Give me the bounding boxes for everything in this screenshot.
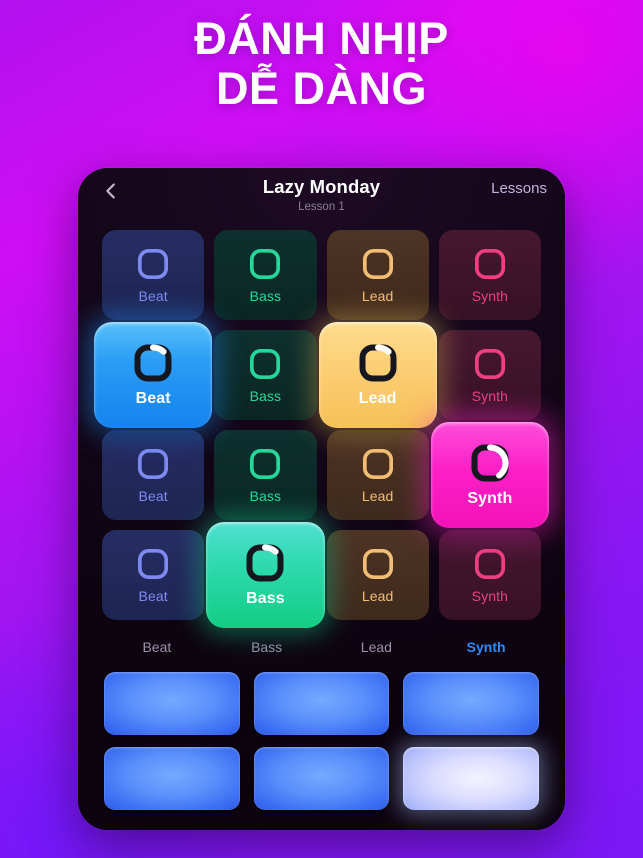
track-pad-label: Synth bbox=[467, 489, 513, 507]
rounded-square-icon bbox=[361, 247, 395, 281]
track-pad-label: Beat bbox=[138, 287, 168, 304]
promo-headline: ĐÁNH NHỊP DỄ DÀNG bbox=[0, 13, 643, 115]
rounded-square-icon bbox=[133, 343, 173, 383]
headline-line-1: ĐÁNH NHỊP bbox=[194, 13, 449, 64]
tab-bass[interactable]: Bass bbox=[212, 636, 322, 658]
rounded-square-icon bbox=[136, 247, 170, 281]
track-pad-label: Synth bbox=[471, 387, 509, 404]
instrument-tabs: Beat Bass Lead Synth bbox=[102, 636, 541, 658]
phone-mockup: Lazy Monday Lesson 1 Lessons Beat Bass L… bbox=[78, 168, 565, 830]
track-cell: Synth bbox=[430, 422, 549, 528]
drum-pad-5[interactable] bbox=[253, 747, 390, 810]
track-cell: Bass bbox=[214, 230, 317, 320]
drum-pad-3[interactable] bbox=[403, 672, 539, 735]
track-pad-label: Beat bbox=[135, 389, 171, 407]
track-pad-beat-r2[interactable]: Beat bbox=[94, 322, 213, 428]
rounded-square-icon bbox=[361, 547, 395, 581]
track-cell: Beat bbox=[102, 230, 205, 320]
track-pad-synth-r3[interactable]: Synth bbox=[430, 422, 549, 528]
track-pad-label: Beat bbox=[138, 587, 168, 604]
page-subtitle: Lesson 1 bbox=[298, 201, 345, 213]
track-cell: Bass bbox=[214, 430, 317, 520]
lessons-link[interactable]: Lessons bbox=[491, 180, 547, 197]
track-pad-bass-r4[interactable]: Bass bbox=[206, 522, 325, 628]
track-pad-label: Beat bbox=[138, 487, 168, 504]
rounded-square-icon bbox=[136, 547, 170, 581]
track-pad-label: Synth bbox=[471, 287, 509, 304]
track-cell: Synth bbox=[438, 230, 541, 320]
tab-synth[interactable]: Synth bbox=[431, 636, 541, 658]
chevron-left-icon bbox=[100, 180, 122, 202]
drum-pad-grid bbox=[104, 672, 539, 810]
drum-pad-4[interactable] bbox=[104, 747, 240, 810]
page-title: Lazy Monday bbox=[262, 176, 381, 197]
track-pad-label: Bass bbox=[246, 589, 285, 607]
rounded-square-icon bbox=[245, 543, 285, 583]
track-cell: Synth bbox=[438, 330, 541, 420]
rounded-square-icon bbox=[248, 347, 282, 381]
track-pad-lead-r2[interactable]: Lead bbox=[318, 322, 437, 428]
track-pad-bass-r2[interactable]: Bass bbox=[214, 330, 317, 420]
track-pad-label: Lead bbox=[361, 587, 394, 604]
rounded-square-icon bbox=[136, 447, 170, 481]
track-pad-label: Bass bbox=[249, 287, 282, 304]
back-button[interactable] bbox=[98, 178, 124, 204]
track-pad-lead-r4[interactable]: Lead bbox=[326, 530, 429, 620]
track-pad-label: Lead bbox=[361, 287, 394, 304]
track-pad-beat-r1[interactable]: Beat bbox=[102, 230, 205, 320]
track-pad-label: Bass bbox=[249, 387, 282, 404]
navbar-title-group: Lazy Monday Lesson 1 bbox=[263, 176, 380, 215]
track-cell: Bass bbox=[206, 522, 325, 628]
rounded-square-icon bbox=[473, 247, 507, 281]
rounded-square-icon bbox=[358, 343, 398, 383]
track-pad-synth-r4[interactable]: Synth bbox=[438, 530, 541, 620]
track-cell: Bass bbox=[214, 330, 317, 420]
track-pad-label: Synth bbox=[471, 587, 509, 604]
track-cell: Beat bbox=[102, 430, 205, 520]
track-pad-label: Bass bbox=[249, 487, 282, 504]
rounded-square-icon bbox=[470, 443, 510, 483]
track-cell: Beat bbox=[102, 530, 205, 620]
rounded-square-icon bbox=[473, 347, 507, 381]
drum-pad-2[interactable] bbox=[253, 672, 390, 735]
rounded-square-icon bbox=[473, 547, 507, 581]
tab-beat[interactable]: Beat bbox=[102, 636, 212, 658]
track-pad-synth-r2[interactable]: Synth bbox=[438, 330, 541, 420]
track-pad-bass-r1[interactable]: Bass bbox=[214, 230, 317, 320]
track-pad-lead-r1[interactable]: Lead bbox=[326, 230, 429, 320]
track-grid: Beat Bass Lead Synth Beat Bass Lead Synt… bbox=[94, 230, 549, 628]
track-cell: Lead bbox=[326, 230, 429, 320]
track-cell: Lead bbox=[326, 530, 429, 620]
track-cell: Lead bbox=[318, 322, 437, 428]
track-cell: Beat bbox=[94, 322, 213, 428]
app-navbar: Lazy Monday Lesson 1 Lessons bbox=[78, 168, 565, 224]
headline-line-2: DỄ DÀNG bbox=[215, 63, 427, 115]
drum-pad-1[interactable] bbox=[104, 672, 240, 735]
track-cell: Synth bbox=[438, 530, 541, 620]
app-screen: Lazy Monday Lesson 1 Lessons Beat Bass L… bbox=[78, 168, 565, 830]
rounded-square-icon bbox=[248, 247, 282, 281]
track-cell: Lead bbox=[326, 430, 429, 520]
track-pad-beat-r4[interactable]: Beat bbox=[102, 530, 205, 620]
rounded-square-icon bbox=[361, 447, 395, 481]
track-pad-synth-r1[interactable]: Synth bbox=[438, 230, 541, 320]
track-pad-label: Lead bbox=[361, 487, 394, 504]
track-pad-beat-r3[interactable]: Beat bbox=[102, 430, 205, 520]
track-pad-bass-r3[interactable]: Bass bbox=[214, 430, 317, 520]
drum-pad-6[interactable] bbox=[403, 747, 539, 810]
track-pad-label: Lead bbox=[358, 389, 397, 407]
track-pad-lead-r3[interactable]: Lead bbox=[326, 430, 429, 520]
rounded-square-icon bbox=[248, 447, 282, 481]
tab-lead[interactable]: Lead bbox=[322, 636, 432, 658]
